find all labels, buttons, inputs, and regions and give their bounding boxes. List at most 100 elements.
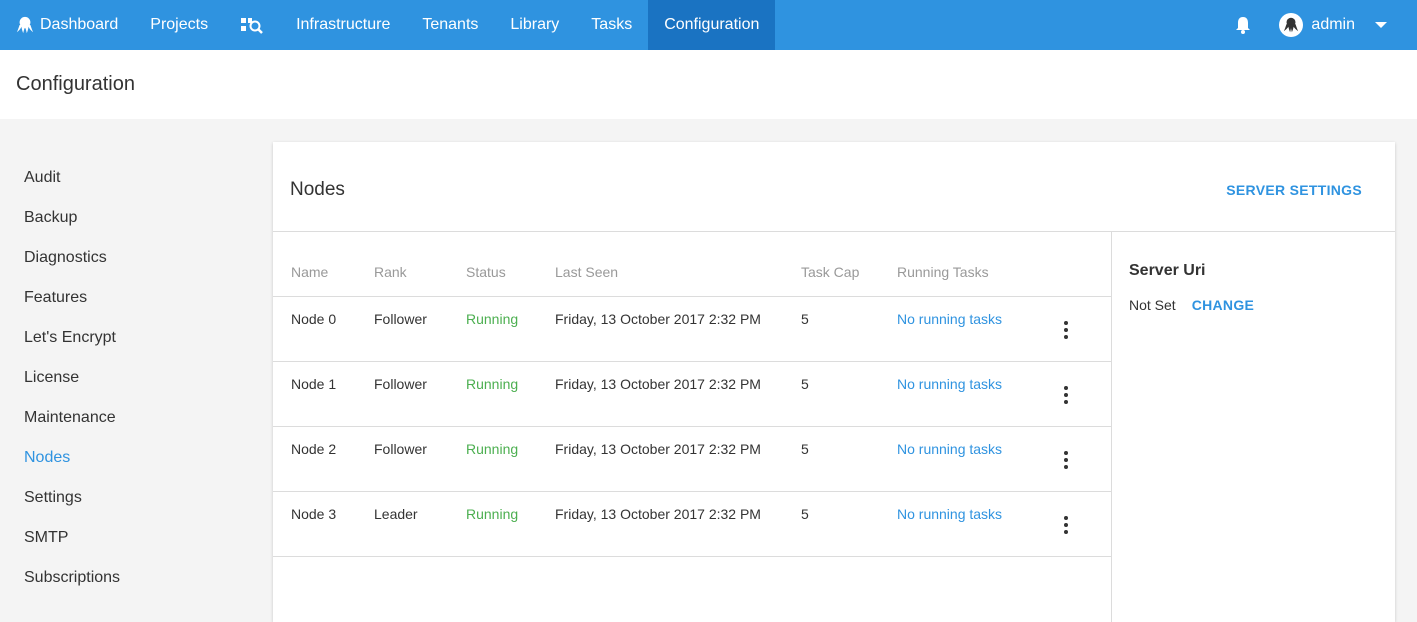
user-menu[interactable]: admin (1279, 13, 1387, 37)
more-options-icon[interactable] (1063, 321, 1069, 339)
server-settings-button[interactable]: SERVER SETTINGS (1226, 182, 1362, 198)
nav-project-search[interactable] (224, 0, 280, 50)
nav-right: admin (1233, 0, 1417, 50)
nav-tasks-label: Tasks (591, 16, 633, 33)
nav-infrastructure[interactable]: Infrastructure (280, 0, 406, 50)
sidebar-item-lets-encrypt[interactable]: Let's Encrypt (0, 318, 260, 358)
nav-dashboard[interactable]: Dashboard (0, 0, 134, 50)
sidebar-item-maintenance[interactable]: Maintenance (0, 398, 260, 438)
node-last-seen: Friday, 13 October 2017 2:32 PM (555, 376, 761, 392)
column-header-rank: Rank (374, 264, 407, 280)
node-name: Node 3 (291, 506, 337, 522)
nav-infrastructure-label: Infrastructure (296, 16, 391, 33)
top-navigation: Dashboard Projects Infrastructure Tenant… (0, 0, 1417, 50)
sidebar-item-label: Settings (24, 489, 82, 506)
user-avatar-icon (1284, 17, 1299, 33)
node-task-cap: 5 (801, 506, 809, 522)
sidebar-item-label: Backup (24, 209, 78, 226)
sidebar-item-label: Maintenance (24, 409, 116, 426)
column-header-status: Status (466, 264, 506, 280)
sidebar-item-backup[interactable]: Backup (0, 198, 260, 238)
node-rank: Follower (374, 311, 427, 327)
bell-icon[interactable] (1233, 15, 1253, 35)
node-rank: Follower (374, 441, 427, 457)
node-name: Node 2 (291, 441, 337, 457)
node-task-cap: 5 (801, 441, 809, 457)
nav-library[interactable]: Library (494, 0, 575, 50)
sidebar-item-label: Let's Encrypt (24, 329, 116, 346)
running-tasks-link[interactable]: No running tasks (897, 311, 1002, 327)
sidebar-item-label: Subscriptions (24, 569, 121, 586)
node-status: Running (466, 311, 519, 327)
server-uri-title: Server Uri (1129, 262, 1206, 279)
chevron-down-icon[interactable] (1375, 22, 1387, 28)
more-options-icon[interactable] (1063, 451, 1069, 469)
sidebar-item-audit[interactable]: Audit (0, 158, 260, 198)
sidebar-item-nodes[interactable]: Nodes (0, 438, 260, 478)
sidebar-item-license[interactable]: License (0, 358, 260, 398)
more-options-icon[interactable] (1063, 516, 1069, 534)
server-uri-value: Not Set (1129, 297, 1176, 313)
node-rank: Leader (374, 506, 418, 522)
table-row: Node 1 Follower Running Friday, 13 Octob… (273, 362, 1111, 427)
table-row: Node 2 Follower Running Friday, 13 Octob… (273, 427, 1111, 492)
nav-tenants-label: Tenants (422, 16, 479, 33)
sidebar-item-settings[interactable]: Settings (0, 478, 260, 518)
nodes-panel: Nodes SERVER SETTINGS Name Rank Status L… (273, 142, 1395, 622)
sidebar-item-label: Nodes (24, 449, 71, 466)
sidebar: Audit Backup Diagnostics Features Let's … (0, 158, 260, 598)
page-header: Configuration (0, 50, 1417, 119)
nav-projects-label: Projects (150, 16, 209, 33)
user-name: admin (1311, 16, 1355, 33)
column-header-name: Name (291, 264, 329, 280)
sidebar-item-label: Diagnostics (24, 249, 107, 266)
node-name: Node 1 (291, 376, 337, 392)
server-uri-section: Server Uri Not Set CHANGE (1129, 262, 1254, 313)
table-header: Name Rank Status Last Seen Task Cap Runn… (273, 232, 1111, 297)
column-header-last-seen: Last Seen (555, 264, 619, 280)
running-tasks-link[interactable]: No running tasks (897, 376, 1002, 392)
node-last-seen: Friday, 13 October 2017 2:32 PM (555, 506, 761, 522)
sidebar-item-features[interactable]: Features (0, 278, 260, 318)
sidebar-item-label: Audit (24, 169, 61, 186)
sidebar-item-label: Features (24, 289, 88, 306)
sidebar-item-smtp[interactable]: SMTP (0, 518, 260, 558)
nav-tenants[interactable]: Tenants (406, 0, 494, 50)
avatar (1279, 13, 1304, 37)
nav-library-label: Library (510, 16, 560, 33)
node-task-cap: 5 (801, 311, 809, 327)
node-status: Running (466, 506, 519, 522)
nav-configuration-label: Configuration (664, 16, 760, 33)
sidebar-item-label: License (24, 369, 80, 386)
project-search-icon (241, 18, 263, 34)
column-header-running-tasks: Running Tasks (897, 264, 989, 280)
nodes-table: Name Rank Status Last Seen Task Cap Runn… (273, 232, 1112, 622)
panel-title: Nodes (290, 179, 345, 200)
sidebar-item-subscriptions[interactable]: Subscriptions (0, 558, 260, 598)
node-status: Running (466, 441, 519, 457)
sidebar-item-diagnostics[interactable]: Diagnostics (0, 238, 260, 278)
node-task-cap: 5 (801, 376, 809, 392)
nav-dashboard-label: Dashboard (40, 16, 119, 33)
server-uri-line: Not Set CHANGE (1129, 297, 1254, 313)
nav-projects[interactable]: Projects (134, 0, 224, 50)
node-status: Running (466, 376, 519, 392)
table-row: Node 0 Follower Running Friday, 13 Octob… (273, 297, 1111, 362)
octopus-logo-icon (16, 16, 34, 34)
running-tasks-link[interactable]: No running tasks (897, 506, 1002, 522)
panel-header: Nodes SERVER SETTINGS (273, 142, 1395, 232)
nav-configuration[interactable]: Configuration (648, 0, 776, 50)
node-last-seen: Friday, 13 October 2017 2:32 PM (555, 441, 761, 457)
change-uri-button[interactable]: CHANGE (1192, 297, 1254, 313)
table-row: Node 3 Leader Running Friday, 13 October… (273, 492, 1111, 557)
node-last-seen: Friday, 13 October 2017 2:32 PM (555, 311, 761, 327)
nav-tasks[interactable]: Tasks (575, 0, 648, 50)
node-name: Node 0 (291, 311, 337, 327)
sidebar-item-label: SMTP (24, 529, 69, 546)
column-header-task-cap: Task Cap (801, 264, 860, 280)
running-tasks-link[interactable]: No running tasks (897, 441, 1002, 457)
node-rank: Follower (374, 376, 427, 392)
more-options-icon[interactable] (1063, 386, 1069, 404)
page-title: Configuration (16, 73, 135, 95)
